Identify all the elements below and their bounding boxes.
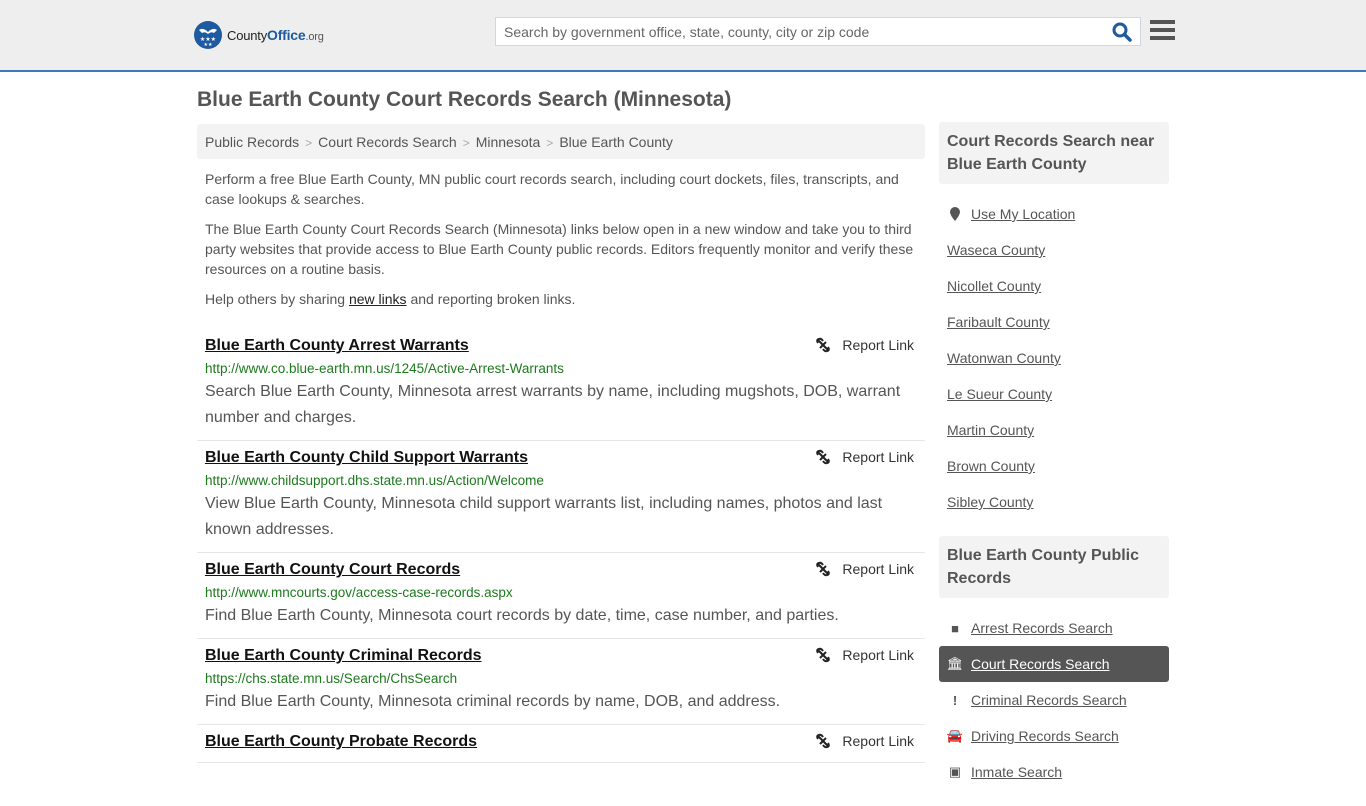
nearby-county-item[interactable]: Nicollet County (939, 268, 1169, 304)
broken-link-icon (816, 337, 831, 353)
breadcrumb-minnesota[interactable]: Minnesota (476, 134, 541, 150)
nearby-list: Use My Location Waseca County Nicollet C… (939, 196, 1169, 520)
public-records-list: ■ Arrest Records Search 🏛 Court Records Se… (939, 610, 1169, 790)
new-links-link[interactable]: new links (349, 291, 407, 307)
record-description: Search Blue Earth County, Minnesota arre… (205, 383, 901, 426)
search-input[interactable] (496, 18, 1096, 45)
record-url: http://www.childsupport.dhs.state.mn.us/… (205, 473, 544, 488)
use-my-location-item[interactable]: Use My Location (939, 196, 1169, 232)
breadcrumb-separator: > (546, 136, 554, 150)
record-description: Find Blue Earth County, Minnesota court … (205, 607, 839, 624)
nearby-county-link[interactable]: Le Sueur County (947, 386, 1052, 402)
page-title: Blue Earth County Court Records Search (… (197, 88, 732, 111)
report-link-button[interactable]: Report Link (815, 561, 914, 577)
broken-link-icon (816, 561, 831, 577)
nearby-county-link[interactable]: Faribault County (947, 314, 1050, 330)
record-url: http://www.mncourts.gov/access-case-reco… (205, 585, 513, 600)
nearby-county-item[interactable]: Martin County (939, 412, 1169, 448)
nearby-county-item[interactable]: Brown County (939, 448, 1169, 484)
nearby-county-link[interactable]: Watonwan County (947, 350, 1061, 366)
jail-icon: ▣ (948, 764, 962, 779)
nearby-county-link[interactable]: Waseca County (947, 242, 1045, 258)
sidebar-item-criminal-records[interactable]: ! Criminal Records Search (939, 682, 1169, 718)
record-item: Blue Earth County Arrest Warrants Report… (197, 329, 925, 441)
main-content: Public Records > Court Records Search > Minn… (197, 124, 925, 763)
report-link-button[interactable]: Report Link (815, 449, 914, 465)
nearby-county-item[interactable]: Sibley County (939, 484, 1169, 520)
site-logo[interactable]: ★★★ ★★ CountyOffice.org (194, 21, 324, 49)
breadcrumb-current: Blue Earth County (559, 134, 673, 150)
square-icon: ■ (951, 620, 959, 636)
intro: Perform a free Blue Earth County, MN pub… (197, 169, 925, 309)
sidebar-item-inmate-search[interactable]: ▣ Inmate Search (939, 754, 1169, 790)
record-title-link[interactable]: Blue Earth County Criminal Records (205, 645, 482, 667)
eagle-logo-icon: ★★★ ★★ (194, 21, 222, 49)
nearby-county-link[interactable]: Martin County (947, 422, 1034, 438)
record-item: Blue Earth County Court Records Report L… (197, 553, 925, 639)
intro-paragraph: The Blue Earth County Court Records Sear… (205, 221, 914, 277)
svg-text:★★: ★★ (204, 42, 213, 48)
sidebar: Court Records Search near Blue Earth Cou… (939, 122, 1169, 806)
use-my-location-link[interactable]: Use My Location (971, 206, 1075, 222)
breadcrumb-public-records[interactable]: Public Records (205, 134, 299, 150)
record-title-link[interactable]: Blue Earth County Arrest Warrants (205, 335, 469, 357)
record-title-link[interactable]: Blue Earth County Probate Records (205, 731, 477, 753)
logo-text: CountyOffice.org (227, 27, 324, 43)
nearby-heading: Court Records Search near Blue Earth Cou… (939, 122, 1169, 184)
breadcrumb: Public Records > Court Records Search > Minn… (197, 124, 925, 159)
report-link-button[interactable]: Report Link (815, 647, 914, 663)
breadcrumb-separator: > (305, 136, 313, 150)
sidebar-item-court-records[interactable]: 🏛 Court Records Search (939, 646, 1169, 682)
search-box (495, 17, 1141, 46)
exclamation-icon: ! (952, 692, 958, 708)
broken-link-icon (816, 733, 831, 749)
nearby-county-link[interactable]: Nicollet County (947, 278, 1041, 294)
record-description: View Blue Earth County, Minnesota child … (205, 495, 883, 538)
map-marker-icon (947, 207, 963, 221)
intro-paragraph: Perform a free Blue Earth County, MN pub… (205, 171, 899, 207)
sidebar-item-driving-records[interactable]: 🚘 Driving Records Search (939, 718, 1169, 754)
record-description: Find Blue Earth County, Minnesota crimin… (205, 693, 781, 710)
sidebar-item-arrest-records[interactable]: ■ Arrest Records Search (939, 610, 1169, 646)
nearby-county-item[interactable]: Faribault County (939, 304, 1169, 340)
nearby-county-item[interactable]: Waseca County (939, 232, 1169, 268)
hamburger-menu-icon[interactable] (1150, 20, 1175, 42)
record-list: Blue Earth County Arrest Warrants Report… (197, 329, 925, 763)
report-link-button[interactable]: Report Link (815, 733, 914, 749)
public-records-heading: Blue Earth County Public Records (939, 536, 1169, 598)
nearby-county-link[interactable]: Sibley County (947, 494, 1033, 510)
record-item: Blue Earth County Child Support Warrants… (197, 441, 925, 553)
car-icon: 🚘 (946, 728, 964, 743)
record-item: Blue Earth County Criminal Records Repor… (197, 639, 925, 725)
record-url: https://chs.state.mn.us/Search/ChsSearch (205, 671, 458, 686)
breadcrumb-separator: > (462, 136, 470, 150)
nearby-county-item[interactable]: Le Sueur County (939, 376, 1169, 412)
breadcrumb-court-records-search[interactable]: Court Records Search (318, 134, 457, 150)
record-url: http://www.co.blue-earth.mn.us/1245/Acti… (205, 361, 564, 376)
record-title-link[interactable]: Blue Earth County Child Support Warrants (205, 447, 528, 469)
courthouse-icon: 🏛 (946, 656, 964, 671)
nearby-county-link[interactable]: Brown County (947, 458, 1035, 474)
report-link-button[interactable]: Report Link (815, 337, 914, 353)
nearby-county-item[interactable]: Watonwan County (939, 340, 1169, 376)
record-title-link[interactable]: Blue Earth County Court Records (205, 559, 460, 581)
search-icon[interactable] (1112, 22, 1132, 42)
broken-link-icon (816, 449, 831, 465)
record-item: Blue Earth County Probate Records Report… (197, 725, 925, 763)
site-header: ★★★ ★★ CountyOffice.org (0, 0, 1366, 72)
intro-paragraph: Help others by sharing new links and rep… (205, 291, 576, 307)
broken-link-icon (816, 647, 831, 663)
